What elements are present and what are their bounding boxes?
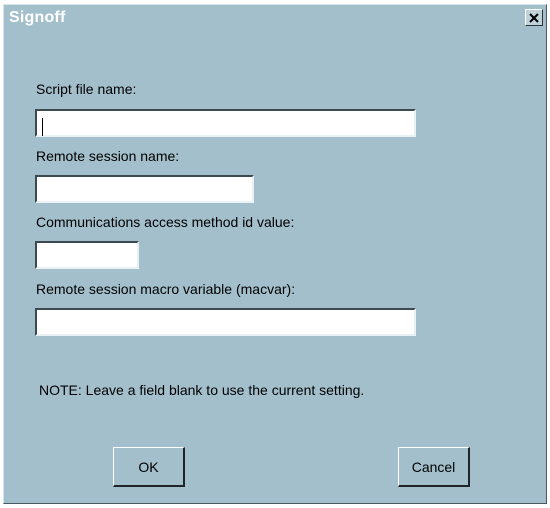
script-file-name-input[interactable] (35, 109, 416, 137)
close-button[interactable] (525, 9, 543, 26)
close-icon (529, 12, 539, 23)
cancel-button[interactable]: Cancel (398, 447, 470, 487)
macro-variable-label: Remote session macro variable (macvar): (36, 281, 296, 297)
ok-button[interactable]: OK (113, 447, 185, 487)
macro-variable-input[interactable] (35, 308, 416, 336)
script-file-name-label: Script file name: (36, 81, 137, 97)
access-method-id-label: Communications access method id value: (36, 214, 295, 230)
dialog-title: Signoff (9, 9, 66, 26)
note-text: NOTE: Leave a field blank to use the cur… (39, 382, 365, 398)
remote-session-name-input[interactable] (35, 175, 254, 203)
access-method-id-input[interactable] (35, 241, 139, 269)
remote-session-name-label: Remote session name: (36, 148, 180, 164)
signoff-dialog: Signoff Script file name: Remote session… (3, 4, 547, 504)
title-bar[interactable]: Signoff (4, 5, 546, 33)
text-caret (42, 118, 43, 136)
